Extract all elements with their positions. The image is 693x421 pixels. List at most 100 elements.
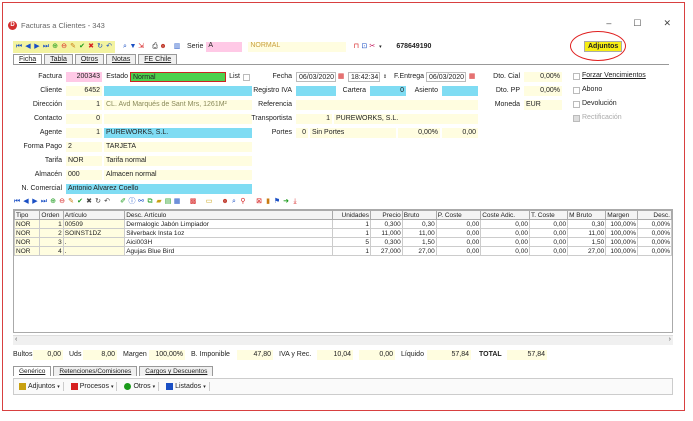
adjuntos-button[interactable]: Adjuntos [584, 41, 623, 52]
agente-code-field[interactable]: 1 [66, 128, 102, 138]
otros-menu-button[interactable]: Otros ▾ [121, 382, 160, 391]
dtopp-field[interactable]: 0,00% [524, 86, 562, 96]
portes-code-field[interactable]: 0 [296, 128, 308, 138]
copy-icon[interactable]: ⧉ [146, 198, 154, 206]
tarifa-code-field[interactable]: NOR [66, 156, 102, 166]
table-cell[interactable]: 0,00 [435, 228, 482, 238]
col-header[interactable]: Bruto [401, 210, 437, 220]
estado-field[interactable]: Normal [130, 72, 226, 82]
table-row[interactable]: NOR 1 00509 Dermalogic Jabón Limpiador 1 0,30… [13, 219, 672, 229]
link-icon[interactable]: ⚯ [137, 198, 145, 206]
preview-icon[interactable]: ⊡ [360, 43, 368, 51]
col-header[interactable]: Desc. Artículo [124, 210, 333, 220]
hora-field[interactable]: 18:42:34 [348, 72, 380, 82]
refresh-line-icon[interactable]: ↻ [94, 198, 102, 206]
tab-notas[interactable]: Notas [105, 54, 137, 64]
table-cell[interactable]: 3 [39, 237, 64, 247]
find-line-icon[interactable]: ⌕ [230, 198, 238, 206]
adjuntos-menu-button[interactable]: Adjuntos ▾ [16, 382, 64, 391]
table-cell[interactable]: 27,00 [401, 246, 437, 256]
direccion-code-field[interactable]: 1 [66, 100, 102, 110]
tab-cargos[interactable]: Cargos y Descuentos [139, 366, 214, 376]
table-cell[interactable]: 1,50 [401, 237, 437, 247]
export-icon[interactable]: ⇲ [137, 43, 145, 51]
table-cell[interactable]: 0,00 [480, 219, 530, 229]
table-cell[interactable]: 0,00% [637, 237, 672, 247]
devolucion-checkbox[interactable] [573, 101, 580, 108]
tab-fe-chile[interactable]: FE Chile [138, 54, 178, 64]
col-header[interactable]: Precio [370, 210, 403, 220]
col-header[interactable]: Coste Adic. [480, 210, 530, 220]
almacen-code-field[interactable]: 000 [66, 170, 102, 180]
col-header[interactable]: Desc. [637, 210, 672, 220]
table-cell[interactable]: 5 [331, 237, 372, 247]
tab-retenciones[interactable]: Retenciones/Comisiones [53, 366, 138, 376]
notes-icon[interactable]: ▭ [205, 198, 213, 206]
table-cell[interactable]: 100,00% [605, 246, 638, 256]
table-cell[interactable]: . [62, 237, 126, 247]
lock-icon[interactable]: ⊓ [352, 43, 360, 51]
table-cell[interactable]: 0,00 [435, 237, 482, 247]
table-cell[interactable]: 0,00 [480, 246, 530, 256]
dtocial-field[interactable]: 0,00% [524, 72, 562, 82]
moneda-field[interactable]: EUR [524, 100, 562, 110]
formapago-code-field[interactable]: 2 [66, 142, 102, 152]
tab-generico[interactable]: Genérico [13, 366, 52, 376]
table-cell[interactable]: 0,30 [567, 219, 607, 229]
table-cell[interactable]: 1 [331, 219, 372, 229]
table-cell[interactable]: 0,00% [637, 219, 672, 229]
table-cell[interactable]: 2 [39, 228, 64, 238]
table-cell[interactable]: 100,00% [605, 237, 638, 247]
col-header[interactable]: T. Coste [528, 210, 569, 220]
spinner-icon[interactable]: ⇕ [381, 73, 389, 81]
cliente-code-field[interactable]: 6452 [66, 86, 102, 96]
undo-line-icon[interactable]: ↶ [103, 198, 111, 206]
prev-record-icon[interactable]: ◀ [24, 43, 32, 51]
tab-tabla[interactable]: Tabla [44, 54, 73, 64]
delete-line-icon[interactable]: ⊖ [58, 198, 66, 206]
table-cell[interactable]: 27,000 [370, 246, 403, 256]
table-cell[interactable]: 1 [331, 246, 372, 256]
user-icon[interactable]: ☻ [159, 43, 167, 51]
table-cell[interactable]: 0,00 [528, 219, 569, 229]
delete-icon[interactable]: ⊖ [60, 43, 68, 51]
minimize-icon[interactable]: – [606, 18, 611, 29]
abono-checkbox[interactable] [573, 87, 580, 94]
chart-icon[interactable]: ▥ [173, 43, 181, 51]
table-cell[interactable]: 0,00 [480, 237, 530, 247]
transportista-code-field[interactable]: 1 [296, 114, 332, 124]
table-cell[interactable]: Aici003H [124, 237, 333, 247]
col-header[interactable]: Unidades [331, 210, 372, 220]
table-cell[interactable]: . [62, 246, 126, 256]
contacto-code-field[interactable]: 0 [66, 114, 102, 124]
confirm-icon[interactable]: ✔ [78, 43, 86, 51]
prev-line-icon[interactable]: ◀ [22, 198, 30, 206]
registroiva-field[interactable] [296, 86, 336, 96]
table-row[interactable]: NOR 3. Aici003H 5 0,300 1,50 0,00 0,00 0,00 1,50 1… [13, 237, 672, 247]
info-icon[interactable]: ⓘ [128, 198, 136, 206]
table-cell[interactable]: 0,00% [637, 228, 672, 238]
col-header[interactable]: Margen [605, 210, 638, 220]
add-icon[interactable]: ⊕ [51, 43, 59, 51]
table-cell[interactable]: 1,50 [567, 237, 607, 247]
bars-icon[interactable]: ▮ [264, 198, 272, 206]
table-cell[interactable]: 4 [39, 246, 64, 256]
col-header[interactable]: P. Coste [435, 210, 482, 220]
arrow-right-icon[interactable]: ➜ [282, 198, 290, 206]
location-icon[interactable]: ⚲ [239, 198, 247, 206]
edit-line-icon[interactable]: ✎ [67, 198, 75, 206]
horizontal-scrollbar[interactable]: ‹ › [13, 335, 673, 345]
table-cell[interactable]: 0,00 [528, 246, 569, 256]
last-record-icon[interactable]: ⏭ [42, 43, 50, 51]
table-cell[interactable]: 0,300 [370, 237, 403, 247]
table-cell[interactable]: 100,00% [605, 219, 638, 229]
fecha-field[interactable]: 06/03/2020 [296, 72, 336, 82]
print-icon[interactable]: ⎙ [151, 43, 159, 51]
table-cell[interactable]: 0,00% [637, 246, 672, 256]
table-cell[interactable]: 0,00 [528, 228, 569, 238]
folder-icon[interactable]: ▰ [155, 198, 163, 206]
ncomercial-field[interactable]: Antonio Alvarez Coello [66, 184, 252, 194]
tab-otros[interactable]: Otros [74, 54, 104, 64]
table-row[interactable]: NOR 4. Agujas Blue Bird 1 27,000 27,00 0,00 0,0… [13, 246, 672, 256]
cancel-icon[interactable]: ✖ [87, 43, 95, 51]
